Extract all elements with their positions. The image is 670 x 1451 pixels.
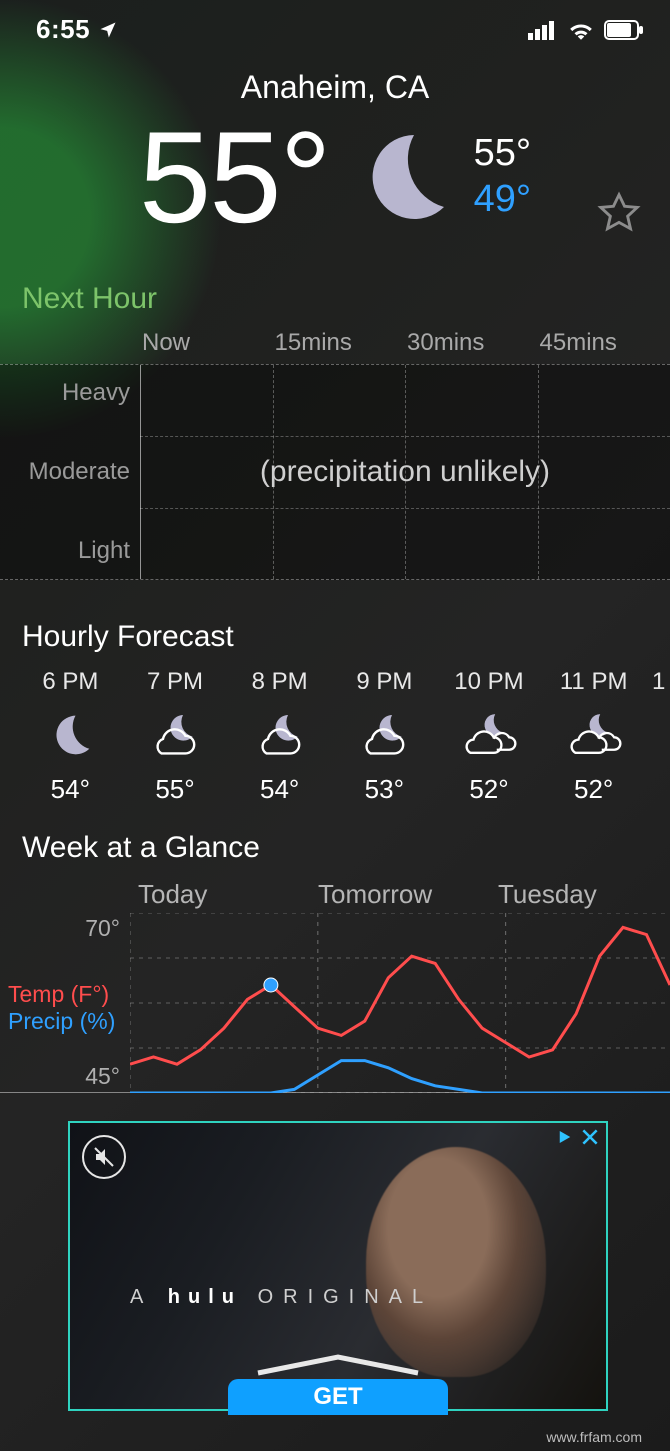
moon-clouds-icon xyxy=(437,706,542,764)
hour-temp: 55° xyxy=(123,774,228,805)
hour-time: 11 PM xyxy=(541,668,646,696)
week-chart[interactable]: Today Tomorrow Tuesday 70° 45° Temp (F°)… xyxy=(0,913,670,1093)
hour-time: 9 PM xyxy=(332,668,437,696)
hour-time: 6 PM xyxy=(18,668,123,696)
hourly-item: 11 PM 52° xyxy=(541,668,646,805)
location-arrow-icon xyxy=(98,20,118,40)
next-hour-message: (precipitation unlikely) xyxy=(140,365,670,579)
week-legend: Temp (F°) Precip (%) xyxy=(8,981,115,1035)
nh-time-now: Now xyxy=(140,329,273,357)
week-chart-svg xyxy=(130,913,670,1093)
next-hour-title: Next Hour xyxy=(0,282,670,324)
current-temp: 55° xyxy=(139,112,330,242)
next-hour-section: Now 15mins 30mins 45mins Heavy Moderate … xyxy=(0,364,670,580)
watermark: www.frfam.com xyxy=(546,1429,642,1445)
hour-temp: 54° xyxy=(18,774,123,805)
ad-image xyxy=(366,1147,546,1377)
chevron-up-icon[interactable] xyxy=(253,1351,423,1377)
moon-clouds-icon xyxy=(541,706,646,764)
ad-brand: hulu xyxy=(168,1286,242,1308)
moon-cloud-icon xyxy=(227,706,332,764)
hourly-title: Hourly Forecast xyxy=(0,620,670,662)
moon-icon xyxy=(352,127,452,227)
ad-tag-post: ORIGINAL xyxy=(242,1286,433,1308)
ad-options-icon[interactable] xyxy=(556,1128,574,1146)
wk-day-1: Tomorrow xyxy=(310,879,490,910)
nh-moderate: Moderate xyxy=(0,458,130,486)
hour-temp: 54° xyxy=(227,774,332,805)
favorite-star-icon[interactable] xyxy=(596,190,642,236)
wk-day-0: Today xyxy=(130,879,310,910)
status-time: 6:55 xyxy=(36,14,90,45)
nh-time-45: 45mins xyxy=(538,329,670,357)
hourly-item: 6 PM 54° xyxy=(18,668,123,805)
legend-precip: Precip (%) xyxy=(8,1008,115,1035)
wk-day-2: Tuesday xyxy=(490,879,670,910)
moon-cloud-icon xyxy=(123,706,228,764)
wk-ymax: 70° xyxy=(0,915,120,942)
signal-icon xyxy=(528,20,558,40)
hour-time: 10 PM xyxy=(437,668,542,696)
hour-temp: 52° xyxy=(541,774,646,805)
mute-icon[interactable] xyxy=(82,1135,126,1179)
hour-temp: 52° xyxy=(437,774,542,805)
next-hour-time-row: Now 15mins 30mins 45mins xyxy=(0,329,670,357)
low-temp: 49° xyxy=(474,177,531,223)
nh-light: Light xyxy=(0,537,130,565)
nh-heavy: Heavy xyxy=(0,379,130,407)
hour-time: 7 PM xyxy=(123,668,228,696)
nh-time-15: 15mins xyxy=(273,329,406,357)
battery-icon xyxy=(604,20,644,40)
ad-banner[interactable]: A hulu ORIGINAL GET xyxy=(68,1121,608,1411)
hour-time: 8 PM xyxy=(227,668,332,696)
moon-icon xyxy=(18,706,123,764)
status-left: 6:55 xyxy=(36,14,118,45)
ad-cta-button[interactable]: GET xyxy=(228,1379,448,1415)
hi-lo: 55° 49° xyxy=(474,131,531,222)
status-right xyxy=(528,20,644,40)
high-temp: 55° xyxy=(474,131,531,177)
wifi-icon xyxy=(568,20,594,40)
hourly-item: 7 PM 55° xyxy=(123,668,228,805)
current-conditions: 55° 55° 49° xyxy=(0,112,670,242)
ad-tag-pre: A xyxy=(130,1286,168,1308)
week-title: Week at a Glance xyxy=(0,831,670,873)
hourly-item-peek: 1 xyxy=(646,668,670,805)
hourly-item: 8 PM 54° xyxy=(227,668,332,805)
moon-cloud-icon xyxy=(332,706,437,764)
hourly-item: 9 PM 53° xyxy=(332,668,437,805)
next-hour-yaxis: Heavy Moderate Light xyxy=(0,365,140,579)
ad-tagline: A hulu ORIGINAL xyxy=(130,1286,433,1309)
week-day-labels: Today Tomorrow Tuesday xyxy=(130,879,670,910)
legend-temp: Temp (F°) xyxy=(8,981,115,1008)
wk-ymin: 45° xyxy=(0,1063,120,1090)
close-icon[interactable] xyxy=(580,1127,600,1147)
hour-temp: 53° xyxy=(332,774,437,805)
hourly-forecast[interactable]: 6 PM54°7 PM55°8 PM54°9 PM53°10 PM52°11 P… xyxy=(0,662,670,805)
next-hour-grid: Now 15mins 30mins 45mins Heavy Moderate … xyxy=(0,364,670,580)
location-label: Anaheim, CA xyxy=(0,69,670,106)
status-bar: 6:55 xyxy=(0,0,670,45)
nh-time-30: 30mins xyxy=(405,329,538,357)
hourly-item: 10 PM 52° xyxy=(437,668,542,805)
